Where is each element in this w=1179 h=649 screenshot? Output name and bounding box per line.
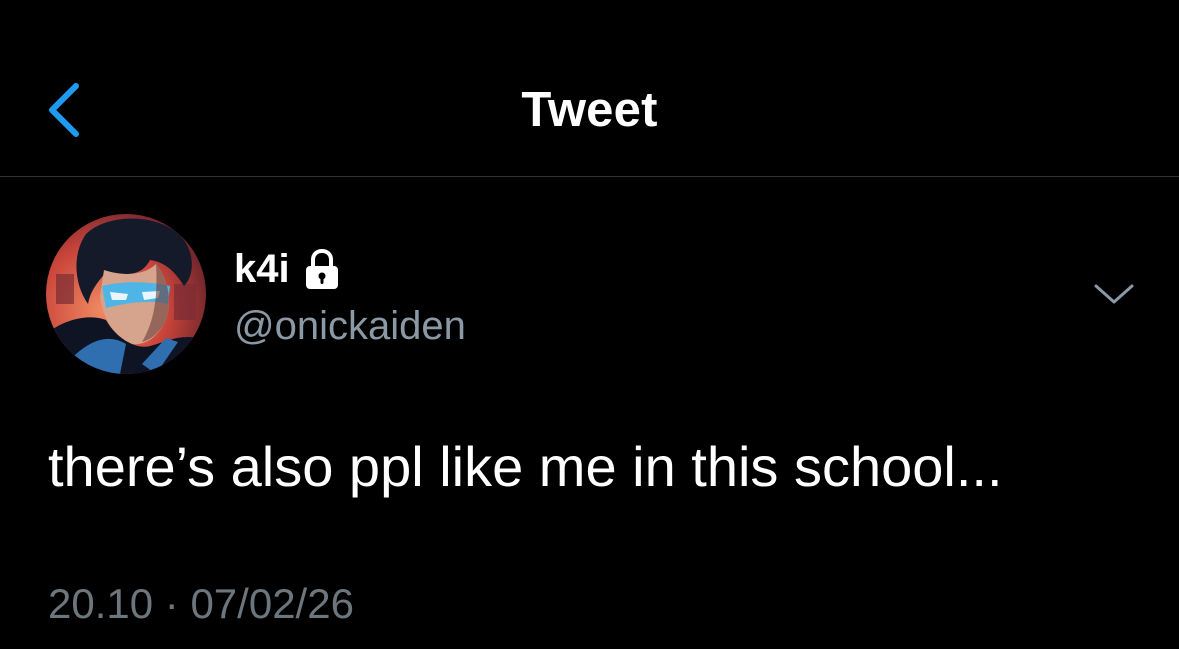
tweet-time[interactable]: 20.10	[48, 580, 153, 627]
avatar[interactable]	[46, 214, 206, 374]
tweet-date[interactable]: 07/02/26	[190, 580, 354, 627]
display-name[interactable]: k4i	[234, 245, 290, 293]
author-name-row: k4i	[234, 244, 342, 294]
top-bar: Tweet	[0, 0, 1179, 176]
chevron-down-icon[interactable]	[1092, 276, 1136, 310]
tweet-timestamp: 20.10 · 07/02/26	[48, 578, 354, 630]
tweet-text: there’s also ppl like me in this school.…	[48, 435, 1003, 498]
meta-separator: ·	[164, 580, 179, 627]
header-divider	[0, 176, 1179, 177]
page-title: Tweet	[521, 83, 658, 137]
lock-icon	[305, 248, 338, 289]
author-handle[interactable]: @onickaiden	[234, 302, 466, 350]
